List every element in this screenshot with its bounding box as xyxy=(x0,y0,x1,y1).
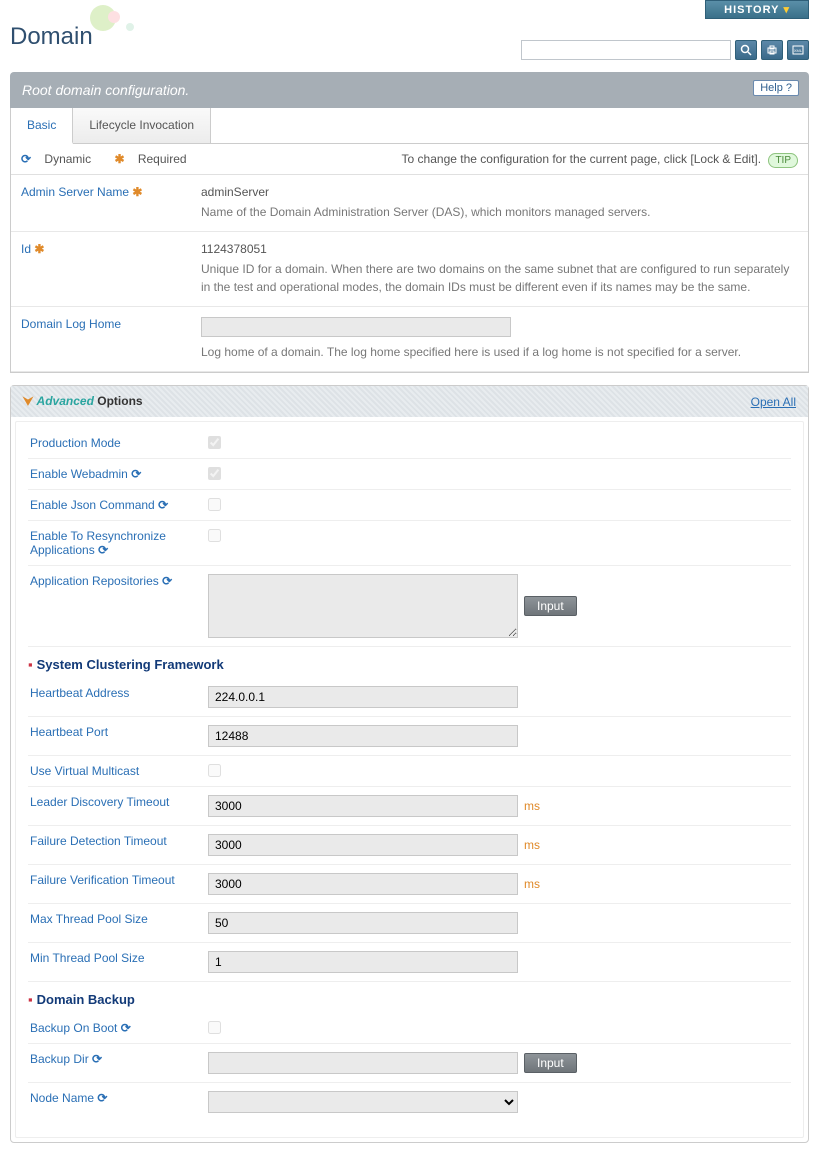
dynamic-icon: ⟳ xyxy=(98,543,108,557)
select-node-name[interactable] xyxy=(208,1091,518,1113)
label-failure-detection-timeout: Failure Detection Timeout xyxy=(28,834,208,848)
section-system-clustering-framework: ▪System Clustering Framework xyxy=(28,647,791,678)
help-button[interactable]: Help ? xyxy=(753,80,799,96)
config-banner: Root domain configuration. Help ? xyxy=(10,72,809,108)
value-admin-server-name: adminServer xyxy=(201,185,798,199)
help-icon: ? xyxy=(786,82,792,94)
label-backup-dir: Backup Dir ⟳ xyxy=(28,1052,208,1066)
unit-ms: ms xyxy=(524,877,540,891)
required-icon: ✱ xyxy=(132,185,142,199)
desc-id: Unique ID for a domain. When there are t… xyxy=(201,260,798,296)
textarea-app-repos[interactable] xyxy=(208,574,518,638)
svg-text:XML: XML xyxy=(794,48,803,53)
label-app-repos: Application Repositories ⟳ xyxy=(28,574,208,588)
checkbox-enable-json-command[interactable] xyxy=(208,498,221,511)
history-button[interactable]: HISTORY ▾ xyxy=(705,0,809,19)
decorative-circles xyxy=(90,5,134,34)
open-all-link[interactable]: Open All xyxy=(751,395,796,409)
value-id: 1124378051 xyxy=(201,242,798,256)
dynamic-icon: ⟳ xyxy=(92,1052,102,1066)
xml-icon-button[interactable]: XML xyxy=(787,40,809,60)
expand-icon: ⮟ xyxy=(23,394,33,408)
input-failure-verification-timeout[interactable] xyxy=(208,873,518,895)
checkbox-enable-webadmin[interactable] xyxy=(208,467,221,480)
label-failure-verification-timeout: Failure Verification Timeout xyxy=(28,873,208,887)
label-node-name: Node Name ⟳ xyxy=(28,1091,208,1105)
label-max-thread-pool: Max Thread Pool Size xyxy=(28,912,208,926)
config-hint: To change the configuration for the curr… xyxy=(402,152,762,166)
desc-admin-server-name: Name of the Domain Administration Server… xyxy=(201,203,798,221)
input-button-backup-dir[interactable]: Input xyxy=(524,1053,577,1073)
history-label: HISTORY xyxy=(724,4,779,16)
input-max-thread-pool[interactable] xyxy=(208,912,518,934)
label-heartbeat-port: Heartbeat Port xyxy=(28,725,208,739)
advanced-options-header: ⮟ Advanced Options xyxy=(23,394,143,409)
required-icon: ✱ xyxy=(34,242,44,256)
unit-ms: ms xyxy=(524,838,540,852)
input-leader-discovery-timeout[interactable] xyxy=(208,795,518,817)
label-min-thread-pool: Min Thread Pool Size xyxy=(28,951,208,965)
label-id: Id ✱ xyxy=(11,242,201,296)
search-icon-button[interactable] xyxy=(735,40,757,60)
dynamic-icon: ⟳ xyxy=(131,467,141,481)
desc-domain-log-home: Log home of a domain. The log home speci… xyxy=(201,343,798,361)
input-heartbeat-port[interactable] xyxy=(208,725,518,747)
checkbox-backup-on-boot[interactable] xyxy=(208,1021,221,1034)
input-failure-detection-timeout[interactable] xyxy=(208,834,518,856)
section-icon: ▪ xyxy=(28,657,33,672)
unit-ms: ms xyxy=(524,799,540,813)
input-domain-log-home[interactable] xyxy=(201,317,511,337)
section-icon: ▪ xyxy=(28,992,33,1007)
tab-basic[interactable]: Basic xyxy=(11,108,73,144)
search-input[interactable] xyxy=(521,40,731,60)
dynamic-icon: ⟳ xyxy=(21,152,31,166)
input-heartbeat-address[interactable] xyxy=(208,686,518,708)
input-button-app-repos: Input xyxy=(524,596,577,616)
label-domain-log-home: Domain Log Home xyxy=(11,317,201,361)
legend-dynamic: Dynamic xyxy=(44,152,91,166)
search-icon xyxy=(740,44,752,56)
input-backup-dir[interactable] xyxy=(208,1052,518,1074)
label-leader-discovery-timeout: Leader Discovery Timeout xyxy=(28,795,208,809)
input-min-thread-pool[interactable] xyxy=(208,951,518,973)
section-domain-backup: ▪Domain Backup xyxy=(28,982,791,1013)
label-heartbeat-address: Heartbeat Address xyxy=(28,686,208,700)
label-enable-resync: Enable To Resynchronize Applications ⟳ xyxy=(28,529,208,557)
tip-badge[interactable]: TIP xyxy=(768,153,798,168)
print-icon xyxy=(766,44,778,56)
tab-lifecycle-invocation[interactable]: Lifecycle Invocation xyxy=(73,108,211,143)
dynamic-icon: ⟳ xyxy=(121,1021,131,1035)
legend-required: Required xyxy=(138,152,187,166)
label-enable-json-command: Enable Json Command ⟳ xyxy=(28,498,208,512)
xml-icon: XML xyxy=(792,44,804,56)
label-admin-server-name: Admin Server Name ✱ xyxy=(11,185,201,221)
label-production-mode: Production Mode xyxy=(28,436,208,450)
tab-bar: Basic Lifecycle Invocation xyxy=(11,108,808,144)
dynamic-icon: ⟳ xyxy=(158,498,168,512)
checkbox-use-virtual-multicast[interactable] xyxy=(208,764,221,777)
chevron-down-icon: ▾ xyxy=(783,4,790,16)
label-enable-webadmin: Enable Webadmin ⟳ xyxy=(28,467,208,481)
checkbox-enable-resync[interactable] xyxy=(208,529,221,542)
required-icon: ✱ xyxy=(114,152,124,166)
print-icon-button[interactable] xyxy=(761,40,783,60)
checkbox-production-mode[interactable] xyxy=(208,436,221,449)
dynamic-icon: ⟳ xyxy=(97,1091,107,1105)
banner-subtitle: Root domain configuration. xyxy=(22,82,189,98)
label-use-virtual-multicast: Use Virtual Multicast xyxy=(28,764,208,778)
label-backup-on-boot: Backup On Boot ⟳ xyxy=(28,1021,208,1035)
dynamic-icon: ⟳ xyxy=(162,574,172,588)
